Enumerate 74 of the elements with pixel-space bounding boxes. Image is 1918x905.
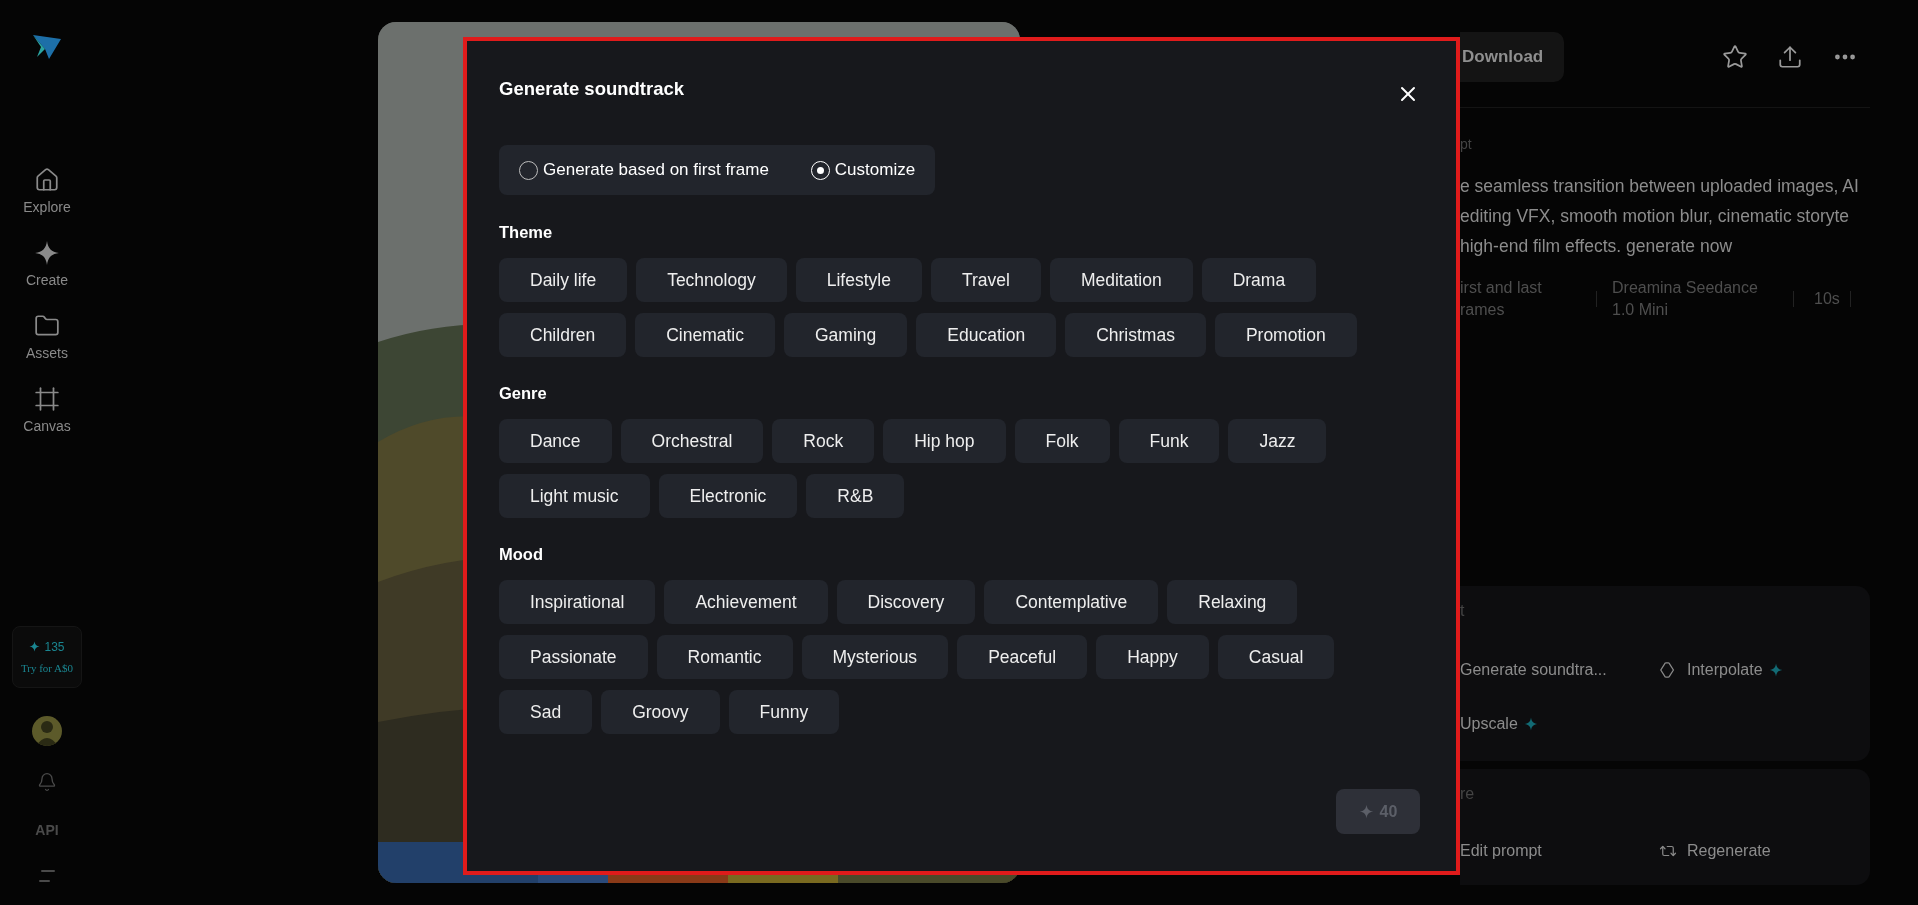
sparkle-icon [29, 641, 41, 653]
tag-chip[interactable]: Inspirational [499, 580, 656, 624]
nav-item[interactable]: Explore [23, 167, 71, 218]
tag-chip[interactable]: Happy [1096, 635, 1209, 679]
home-icon [34, 167, 60, 193]
credit-count: 135 [44, 638, 65, 656]
tag-chip[interactable]: Christmas [1065, 313, 1206, 357]
section-heading: Theme [499, 222, 554, 242]
tag-chip[interactable]: Electronic [658, 474, 798, 518]
section-label: pt [1460, 135, 1473, 154]
sparkle-icon [1768, 663, 1783, 677]
sparkle-icon [1358, 804, 1374, 819]
tag-chip[interactable]: Achievement [664, 580, 828, 624]
tag-chip[interactable]: Peaceful [957, 635, 1088, 679]
meta-text: 10s [1813, 289, 1841, 309]
tag-chip[interactable]: Promotion [1214, 313, 1357, 357]
tag-chip[interactable]: Education [916, 313, 1057, 357]
nav-item[interactable]: Create [26, 240, 68, 291]
tag-chip[interactable]: Relaxing [1167, 580, 1298, 624]
tag-chip[interactable]: Hip hop [883, 419, 1006, 463]
prompt-text: e seamless transition between uploaded images, AI [1460, 175, 1860, 198]
tag-chip[interactable]: Jazz [1228, 419, 1327, 463]
meta-text: Dreamina Seedance 1.0 Mini [1611, 278, 1759, 320]
tag-chip[interactable]: Sad [499, 690, 593, 734]
tag-chip[interactable]: Contemplative [984, 580, 1159, 624]
share-icon[interactable] [1777, 44, 1803, 70]
section-heading: Genre [499, 383, 548, 403]
tag-chip[interactable]: Groovy [601, 690, 720, 734]
nav-item[interactable]: Canvas [23, 386, 71, 437]
meta-text: irst and last rames [1460, 278, 1543, 320]
frame-icon [34, 386, 60, 412]
sparkle-icon [1523, 717, 1538, 731]
tag-chip[interactable]: Orchestral [620, 419, 764, 463]
prompt-text: editing VFX, smooth motion blur, cinematic storyte [1460, 205, 1851, 228]
tag-chip[interactable]: Folk [1014, 419, 1110, 463]
avatar[interactable] [32, 716, 62, 746]
radio-label[interactable]: Customize [834, 157, 916, 183]
section-heading: Mood [499, 544, 544, 564]
tag-chip[interactable]: Cinematic [635, 313, 775, 357]
sparkle-icon [34, 240, 60, 266]
offer-text: Try for A$0 [20, 660, 74, 676]
tag-chip[interactable]: Children [499, 313, 627, 357]
tag-chip[interactable]: Casual [1217, 635, 1335, 679]
tag-chip[interactable]: Travel [930, 258, 1041, 302]
action-link[interactable]: Interpolate [1687, 658, 1763, 682]
tag-chip[interactable]: Mysterious [801, 635, 949, 679]
diamond-icon [1659, 661, 1677, 679]
tag-chip[interactable]: Funny [728, 690, 840, 734]
tag-chip[interactable]: Meditation [1049, 258, 1193, 302]
tag-chip[interactable]: Rock [772, 419, 875, 463]
tag-chip[interactable]: Drama [1201, 258, 1317, 302]
action-link[interactable]: Regenerate [1687, 839, 1771, 863]
tag-chip[interactable]: Gaming [784, 313, 908, 357]
action-link[interactable]: Edit prompt [1460, 839, 1542, 863]
tag-chip[interactable]: Light music [499, 474, 650, 518]
radio-label[interactable]: Generate based on first frame [543, 157, 769, 183]
prompt-text: high-end film effects. generate now [1460, 235, 1734, 258]
tag-chip[interactable]: Discovery [836, 580, 976, 624]
tag-chip[interactable]: Passionate [499, 635, 648, 679]
credits-button[interactable]: 135 Try for A$0 [12, 626, 82, 688]
nav-item[interactable]: Assets [26, 313, 68, 364]
tag-chip[interactable]: Daily life [499, 258, 628, 302]
action-link[interactable]: Upscale [1460, 712, 1518, 736]
tag-chip[interactable]: Dance [499, 419, 612, 463]
action-link[interactable]: Generate soundtra... [1460, 658, 1607, 682]
tag-chip[interactable]: Romantic [656, 635, 793, 679]
dialog-title: Generate soundtrack [499, 77, 685, 102]
tag-chip[interactable]: Lifestyle [795, 258, 922, 302]
folder-icon [34, 313, 60, 339]
star-icon[interactable] [1722, 44, 1748, 70]
download-button[interactable]: Download [1460, 32, 1564, 82]
tag-chip[interactable]: Technology [636, 258, 787, 302]
tag-chip[interactable]: R&B [806, 474, 905, 518]
tag-chip[interactable]: Funk [1118, 419, 1220, 463]
